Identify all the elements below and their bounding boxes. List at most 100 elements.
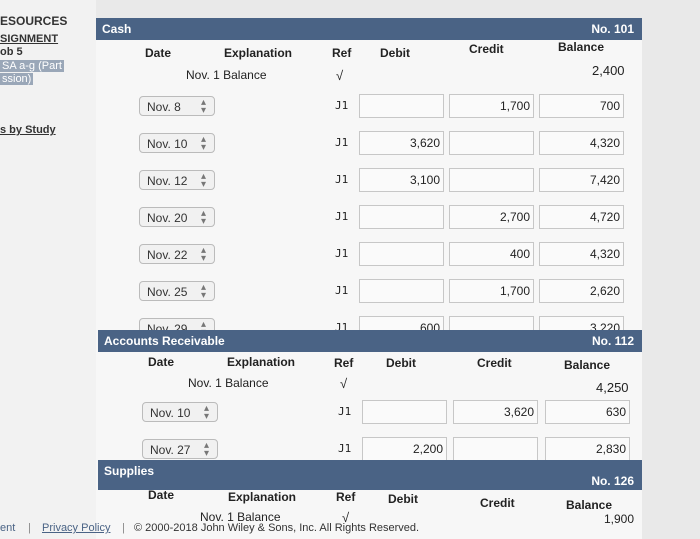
supplies-col-credit: Credit [480, 496, 515, 510]
updown-arrows-icon: ▴▾ [203, 440, 209, 459]
page-footer: ent | Privacy Policy | © 2000-2018 John … [0, 518, 700, 539]
date-select[interactable]: Nov. 10 ▴ ▾ [142, 402, 218, 422]
debit-input[interactable]: 3,100 [359, 168, 444, 192]
ar-account-number: No. 112 [591, 334, 634, 348]
credit-input[interactable]: 1,700 [449, 279, 534, 303]
ar-opening-label: Nov. 1 Balance [188, 376, 269, 390]
credit-input[interactable]: 1,700 [449, 94, 534, 118]
cash-col-date: Date [145, 46, 172, 60]
supplies-account-number: No. 126 [591, 474, 634, 488]
date-select[interactable]: Nov. 25 ▴ ▾ [139, 281, 215, 301]
ar-title: Accounts Receivable [104, 334, 225, 348]
cash-col-debit: Debit [380, 46, 410, 60]
date-select[interactable]: Nov. 22 ▴ ▾ [139, 244, 215, 264]
ref-value: J1 [335, 210, 349, 223]
ar-opening-balance: 4,250 [596, 380, 629, 395]
date-select-value: Nov. 8 [147, 100, 181, 114]
ar-col-balance: Balance [564, 358, 611, 372]
supplies-col-ref: Ref [336, 490, 356, 504]
debit-input[interactable] [359, 94, 444, 118]
cash-col-ref: Ref [332, 46, 352, 60]
supplies-col-date: Date [148, 488, 175, 502]
footer-separator-1: | [28, 522, 31, 534]
cash-opening-check: √ [336, 68, 344, 83]
updown-arrows-icon: ▴▾ [200, 97, 206, 116]
ref-value: J1 [335, 136, 349, 149]
debit-input[interactable] [362, 400, 447, 424]
cash-col-balance: Balance [558, 40, 605, 54]
ref-value: J1 [338, 442, 352, 455]
updown-arrows-icon: ▴▾ [200, 208, 206, 227]
cash-opening-label: Nov. 1 Balance [186, 68, 267, 82]
sidebar-part-item-2[interactable]: ssion) [0, 73, 34, 85]
sidebar-assignment-link[interactable]: SIGNMENT [0, 33, 58, 45]
sidebar-resources-heading: ESOURCES [0, 14, 68, 28]
debit-input[interactable] [359, 205, 444, 229]
debit-input[interactable]: 3,620 [359, 131, 444, 155]
supplies-header: Supplies No. 126 [98, 460, 642, 490]
privacy-policy-link[interactable]: Privacy Policy [42, 522, 110, 534]
date-select-value: Nov. 25 [147, 285, 188, 299]
ar-col-credit: Credit [477, 356, 512, 370]
balance-input[interactable]: 700 [539, 94, 624, 118]
ar-header: Accounts Receivable No. 112 [98, 330, 642, 352]
updown-arrows-icon: ▴▾ [200, 282, 206, 301]
ref-value: J1 [335, 173, 349, 186]
balance-input[interactable]: 2,830 [545, 437, 630, 461]
debit-input[interactable] [359, 242, 444, 266]
cash-title: Cash [102, 22, 132, 36]
date-select[interactable]: Nov. 8 ▴ ▾ [139, 96, 215, 116]
updown-arrows-icon: ▴▾ [200, 134, 206, 153]
credit-input[interactable] [449, 131, 534, 155]
date-select[interactable]: Nov. 10 ▴ ▾ [139, 133, 215, 153]
sidebar-study-link[interactable]: s by Study [0, 124, 56, 136]
cash-col-explanation: Explanation [224, 46, 293, 60]
ar-opening-check: √ [340, 376, 348, 391]
date-select[interactable]: Nov. 27 ▴ ▾ [142, 439, 218, 459]
debit-input[interactable]: 2,200 [362, 437, 447, 461]
updown-arrows-icon: ▴▾ [203, 403, 209, 422]
footer-separator-2: | [122, 522, 125, 534]
date-select-value: Nov. 10 [150, 406, 191, 420]
date-select-value: Nov. 10 [147, 137, 188, 151]
date-select[interactable]: Nov. 12 ▴ ▾ [139, 170, 215, 190]
footer-left-link[interactable]: ent [0, 522, 15, 534]
cash-col-credit: Credit [469, 42, 504, 56]
ref-value: J1 [335, 284, 349, 297]
credit-input[interactable]: 400 [449, 242, 534, 266]
copyright-text: © 2000-2018 John Wiley & Sons, Inc. All … [134, 522, 420, 534]
ref-value: J1 [338, 405, 352, 418]
balance-input[interactable]: 7,420 [539, 168, 624, 192]
date-select-value: Nov. 22 [147, 248, 188, 262]
date-select[interactable]: Nov. 20 ▴ ▾ [139, 207, 215, 227]
cash-header: Cash No. 101 [96, 18, 642, 40]
balance-input[interactable]: 4,720 [539, 205, 624, 229]
date-select-value: Nov. 27 [150, 443, 191, 457]
ref-value: J1 [335, 99, 349, 112]
date-select-value: Nov. 20 [147, 211, 188, 225]
credit-input[interactable] [453, 437, 538, 461]
date-select-value: Nov. 12 [147, 174, 188, 188]
debit-input[interactable] [359, 279, 444, 303]
balance-input[interactable]: 630 [545, 400, 630, 424]
supplies-col-debit: Debit [388, 492, 418, 506]
ar-col-ref: Ref [334, 356, 354, 370]
supplies-col-balance: Balance [566, 498, 613, 512]
supplies-col-explanation: Explanation [228, 490, 297, 504]
supplies-title: Supplies [104, 464, 155, 478]
credit-input[interactable]: 3,620 [453, 400, 538, 424]
updown-arrows-icon: ▴▾ [200, 171, 206, 190]
ar-col-date: Date [148, 355, 175, 369]
balance-input[interactable]: 4,320 [539, 242, 624, 266]
cash-opening-balance: 2,400 [592, 63, 625, 78]
balance-input[interactable]: 4,320 [539, 131, 624, 155]
sidebar: ESOURCES SIGNMENT ob 5 SA a-g (Part ssio… [0, 0, 96, 539]
cash-account-number: No. 101 [591, 22, 634, 36]
credit-input[interactable] [449, 168, 534, 192]
balance-input[interactable]: 2,620 [539, 279, 624, 303]
sidebar-part-item[interactable]: SA a-g (Part [0, 60, 64, 72]
credit-input[interactable]: 2,700 [449, 205, 534, 229]
updown-arrows-icon: ▴▾ [200, 245, 206, 264]
ar-col-debit: Debit [386, 356, 416, 370]
sidebar-problem-item[interactable]: ob 5 [0, 46, 23, 58]
